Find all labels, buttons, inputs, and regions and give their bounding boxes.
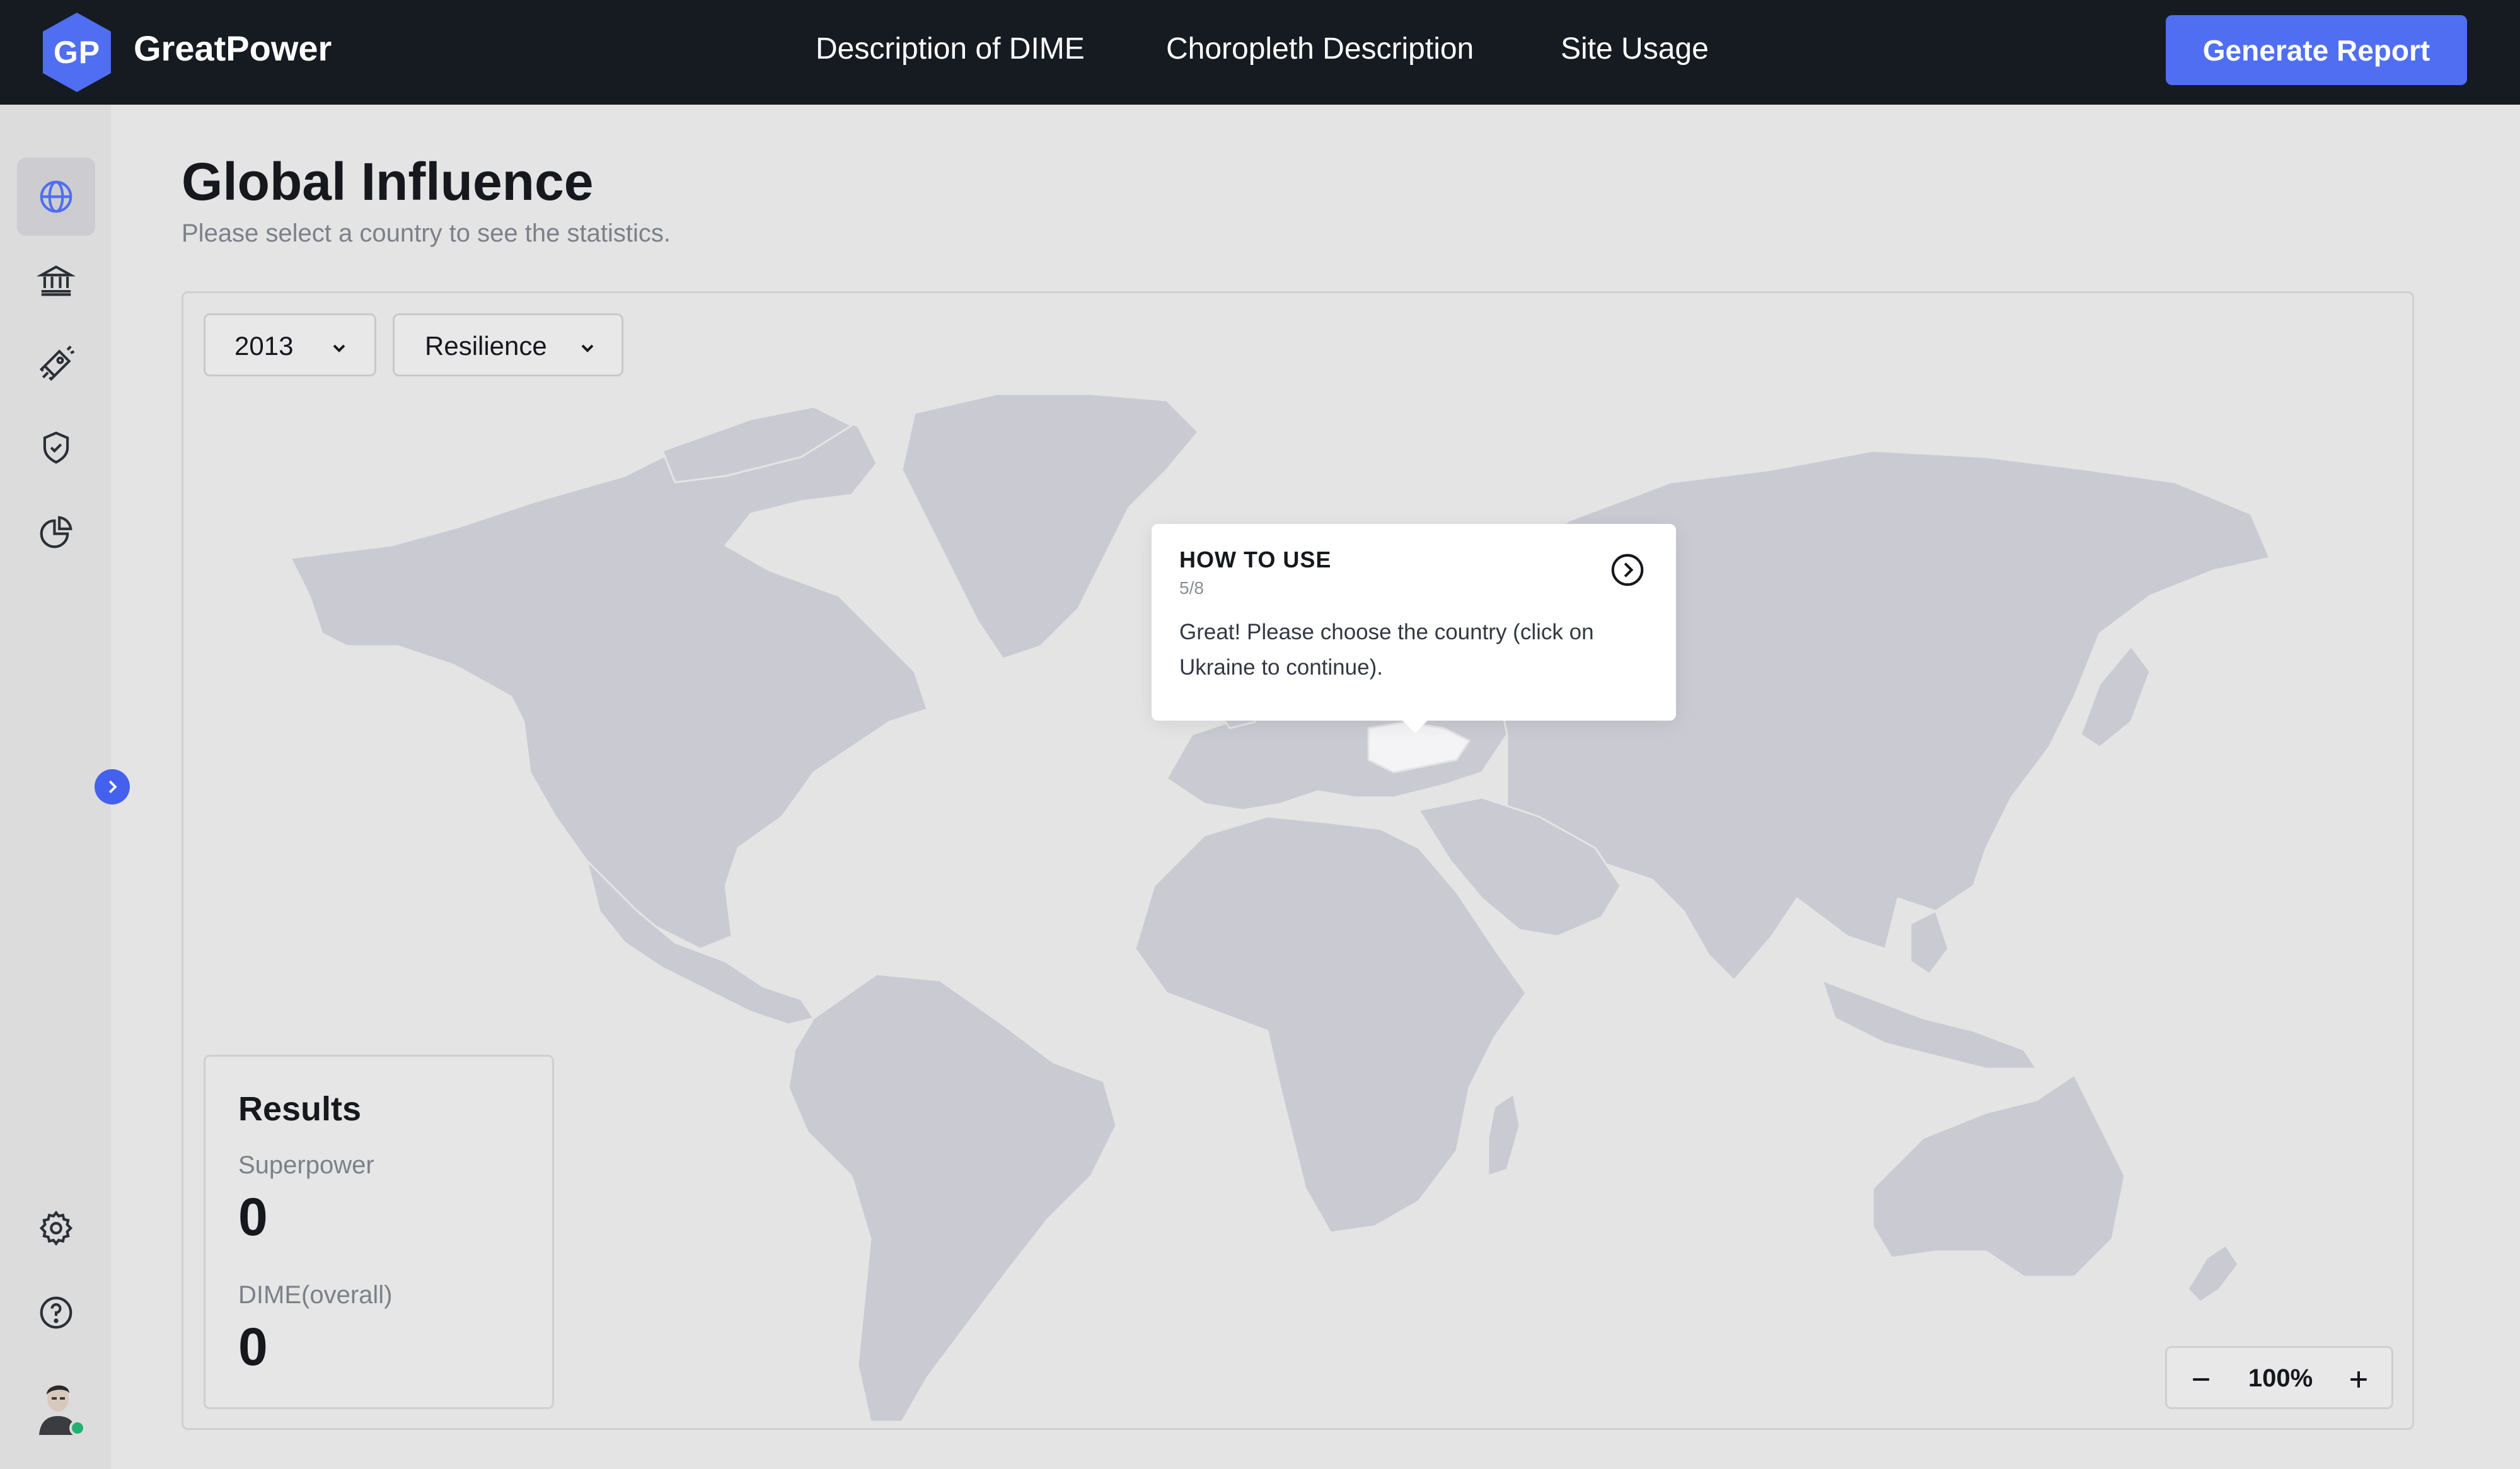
minus-icon xyxy=(2187,1366,2215,1393)
tooltip-title: HOW TO USE xyxy=(1179,547,1331,573)
nav-choropleth-description[interactable]: Choropleth Description xyxy=(1166,32,1474,66)
plus-icon xyxy=(2345,1366,2373,1393)
map-region-japan xyxy=(2081,646,2150,747)
zoom-control: 100% xyxy=(2165,1346,2393,1409)
map-region-philippines xyxy=(1910,911,1948,974)
pie-chart-icon xyxy=(37,513,76,552)
chevron-right-icon xyxy=(103,777,122,796)
map-region-south-america xyxy=(789,974,1116,1422)
results-card: Results Superpower 0 DIME(overall) 0 xyxy=(204,1055,554,1409)
logo-initials: GP xyxy=(38,10,116,95)
nav-description-of-dime[interactable]: Description of DIME xyxy=(816,32,1085,66)
sidebar xyxy=(0,105,111,1469)
page-title: Global Influence xyxy=(182,151,593,212)
nav-site-usage[interactable]: Site Usage xyxy=(1561,32,1709,66)
dime-overall-label: DIME(overall) xyxy=(238,1281,392,1309)
rocket-icon xyxy=(37,345,76,384)
year-select[interactable]: 2013 xyxy=(204,313,376,376)
sidebar-item-security[interactable] xyxy=(17,409,95,487)
how-to-use-tooltip: HOW TO USE 5/8 Great! Please choose the … xyxy=(1152,524,1676,721)
sidebar-item-economy[interactable] xyxy=(17,493,95,571)
online-status-indicator xyxy=(69,1420,86,1436)
help-icon xyxy=(37,1293,76,1332)
zoom-out-button[interactable] xyxy=(2183,1362,2219,1397)
help-button[interactable] xyxy=(17,1274,95,1352)
metric-select-value: Resilience xyxy=(425,331,547,361)
metric-select[interactable]: Resilience xyxy=(393,313,623,376)
map-panel: 2013 Resilience HOW TO USE 5/8 Great! Pl… xyxy=(182,291,2414,1430)
results-title: Results xyxy=(238,1089,361,1129)
gear-icon xyxy=(37,1209,76,1248)
brand-name[interactable]: GreatPower xyxy=(134,28,332,69)
globe-icon xyxy=(37,177,76,216)
next-step-icon[interactable] xyxy=(1608,550,1647,589)
map-region-southeast-asia xyxy=(1822,980,2037,1069)
map-region-new-zealand xyxy=(2188,1245,2238,1302)
tooltip-body: Great! Please choose the country (click … xyxy=(1179,615,1639,685)
map-region-madagascar xyxy=(1488,1094,1520,1176)
logo[interactable]: GP xyxy=(38,10,116,95)
tooltip-step: 5/8 xyxy=(1179,578,1204,598)
zoom-level: 100% xyxy=(2243,1364,2318,1393)
superpower-value: 0 xyxy=(238,1187,268,1248)
generate-report-button[interactable]: Generate Report xyxy=(2166,15,2467,85)
sidebar-item-global[interactable] xyxy=(17,158,95,236)
chevron-down-icon xyxy=(329,338,349,358)
shield-check-icon xyxy=(37,428,76,467)
year-select-value: 2013 xyxy=(234,331,293,361)
superpower-label: Superpower xyxy=(238,1151,374,1180)
sidebar-item-diplomacy[interactable] xyxy=(17,241,95,319)
page-subtitle: Please select a country to see the stati… xyxy=(182,219,671,248)
map-region-north-america xyxy=(291,413,927,949)
sidebar-expand-button[interactable] xyxy=(95,769,130,804)
bank-icon xyxy=(37,260,76,299)
zoom-in-button[interactable] xyxy=(2341,1362,2376,1397)
map-region-australia xyxy=(1873,1075,2125,1277)
top-bar: GP GreatPower Description of DIME Chorop… xyxy=(0,0,2520,105)
dime-overall-value: 0 xyxy=(238,1316,268,1378)
settings-button[interactable] xyxy=(17,1189,95,1267)
sidebar-item-military[interactable] xyxy=(17,325,95,404)
chevron-down-icon xyxy=(577,338,598,358)
